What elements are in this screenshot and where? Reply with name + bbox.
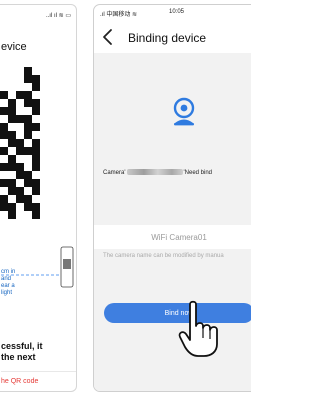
camera-name-hint: The camera name can be modified by manua: [103, 253, 224, 259]
scan-instruction-line: light: [1, 290, 13, 296]
camera-message-suffix: 'Need bind: [183, 170, 213, 176]
qr-code-link[interactable]: he QR code: [1, 378, 38, 385]
navigation-bar: Binding device: [94, 23, 251, 53]
scan-instruction-line: ear a: [1, 283, 15, 289]
right-phone-screen: .ıl 中国移动 ≋ 10:05 Binding device Camera' '…: [93, 4, 251, 392]
chevron-left-icon[interactable]: [101, 27, 115, 47]
left-status-icons: ..ıl ıl ≋ ▭: [45, 13, 71, 19]
camera-name-input[interactable]: [94, 225, 251, 249]
scan-instruction-line: cm in: [1, 269, 16, 275]
scan-instruction-line: and: [1, 276, 12, 282]
left-phone-screen: ..ıl ıl ≋ ▭ evice cm in and ear a light …: [0, 4, 77, 392]
camera-message-prefix: Camera': [103, 170, 126, 176]
left-page-title: evice: [1, 41, 27, 53]
camera-icon: [173, 97, 195, 126]
status-carrier: .ıl 中国移动 ≋: [100, 12, 138, 18]
divider: [1, 371, 76, 372]
success-line: the next: [1, 352, 36, 362]
success-line: cessful, it: [1, 341, 43, 351]
status-bar: .ıl 中国移动 ≋ 10:05: [94, 5, 251, 21]
status-time: 10:05: [169, 9, 185, 15]
page-title: Binding device: [128, 31, 207, 45]
qr-code-image: [0, 67, 40, 219]
camera-bind-message: Camera' 'Need bind: [103, 169, 212, 176]
pointing-hand-icon: [178, 300, 218, 357]
scan-instructions: cm in and ear a light: [1, 269, 15, 297]
success-instructions: cessful, it the next: [1, 341, 43, 363]
redacted-camera-id: [126, 169, 183, 175]
screenshot-stage: ..ıl ıl ≋ ▭ evice cm in and ear a light …: [0, 0, 251, 393]
